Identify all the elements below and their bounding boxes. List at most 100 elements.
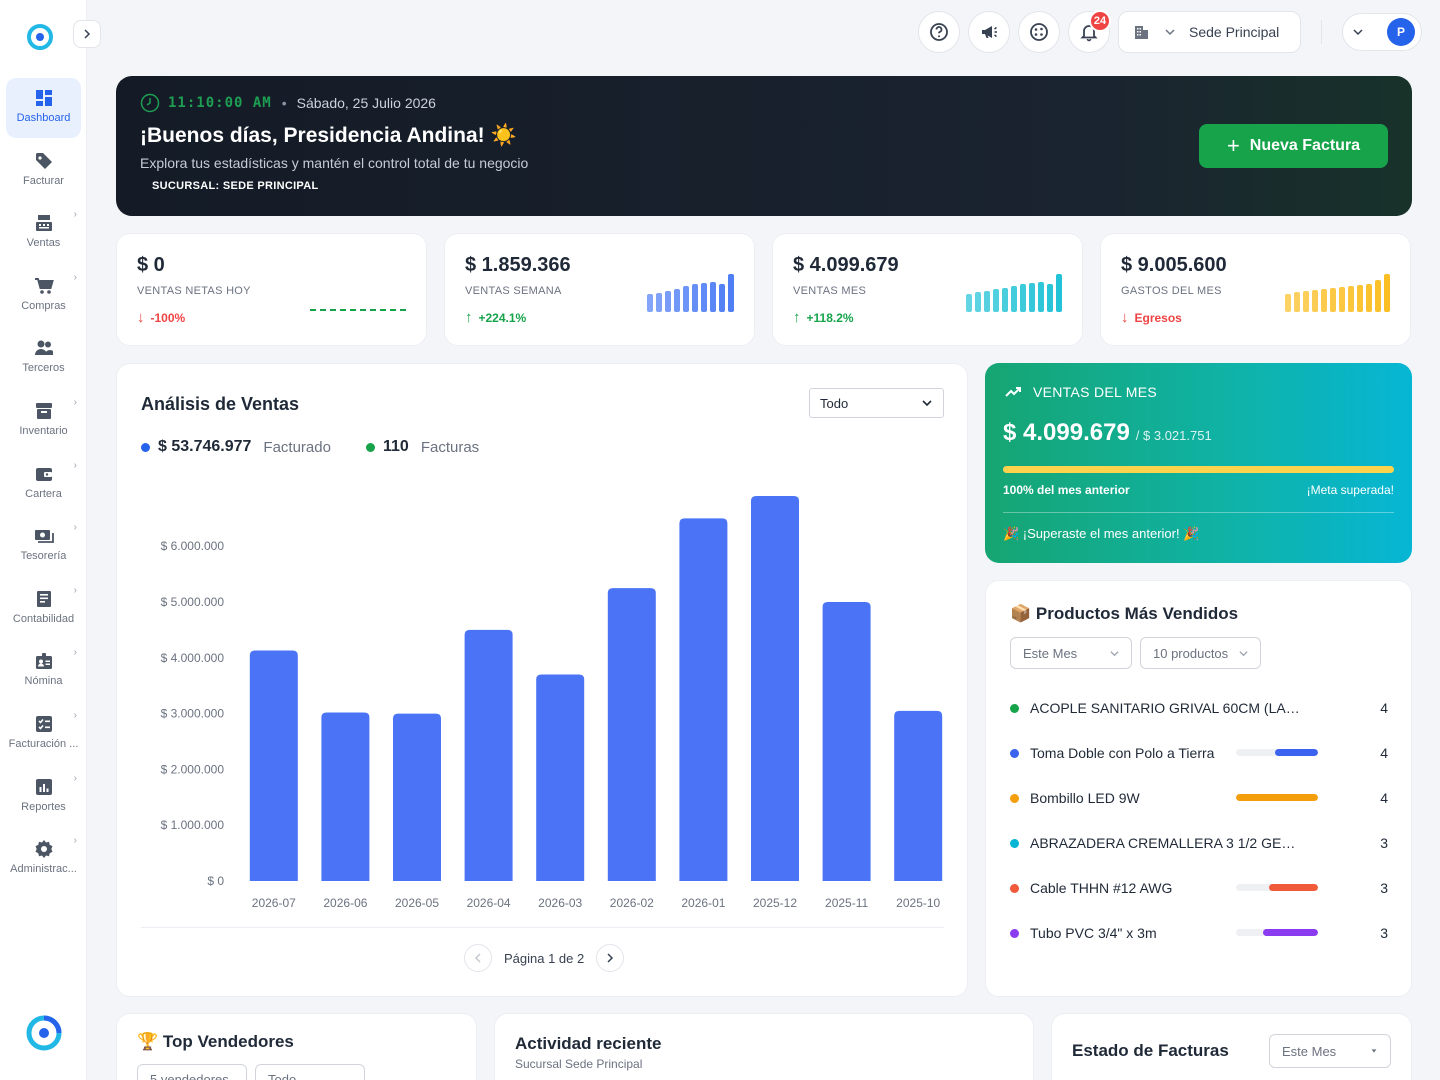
product-row[interactable]: ACOPLE SANITARIO GRIVAL 60CM (LARGO) 4 bbox=[1010, 698, 1388, 718]
product-row[interactable]: Bombillo LED 9W 4 bbox=[1010, 788, 1388, 808]
products-count-select[interactable]: 10 productos bbox=[1140, 637, 1261, 669]
sellers-count-value: 5 vendedores bbox=[150, 1071, 229, 1080]
plus-icon: + bbox=[1226, 133, 1240, 158]
chart-bar[interactable] bbox=[321, 712, 370, 881]
product-color-dot bbox=[1010, 883, 1019, 893]
y-tick-label: $ 0 bbox=[207, 874, 224, 888]
monthly-sales-value: $ 4.099.679 / $ 3.021.751 bbox=[1003, 419, 1212, 447]
stat-change: ↓ -100% bbox=[137, 309, 185, 326]
monthly-divider bbox=[1003, 512, 1394, 513]
prev-page-button[interactable] bbox=[464, 944, 492, 972]
chevron-right-icon: › bbox=[73, 459, 77, 471]
sidebar-item-tesorería[interactable]: Tesorería › bbox=[6, 516, 81, 576]
stat-label: VENTAS MES bbox=[793, 285, 867, 297]
y-tick-label: $ 2.000.000 bbox=[161, 762, 225, 776]
sidebar-item-reportes[interactable]: Reportes › bbox=[6, 767, 81, 827]
chevron-down-icon bbox=[1110, 650, 1119, 656]
chevron-down-icon bbox=[1165, 29, 1175, 36]
recent-activity-card: Actividad reciente Sucursal Sede Princip… bbox=[494, 1013, 1034, 1080]
sidebar-item-administrac[interactable]: Administrac... › bbox=[6, 829, 81, 889]
chart-bar[interactable] bbox=[751, 496, 799, 881]
chevron-right-icon bbox=[84, 29, 91, 39]
product-row[interactable]: Toma Doble con Polo a Tierra 4 bbox=[1010, 743, 1388, 763]
sparkline-bar bbox=[1348, 286, 1354, 312]
clock-icon bbox=[140, 93, 160, 113]
sparkline-bar bbox=[1357, 285, 1363, 312]
chart-bar[interactable] bbox=[894, 710, 943, 881]
sidebar-item-compras[interactable]: Compras › bbox=[6, 266, 81, 326]
topbar-divider bbox=[1321, 20, 1322, 44]
theme-button[interactable] bbox=[1018, 11, 1060, 53]
sparkline-bar bbox=[993, 289, 999, 312]
invoices-summary: 110 Facturas bbox=[366, 438, 479, 456]
product-row[interactable]: ABRAZADERA CREMALLERA 3 1/2 GENERICA 3 bbox=[1010, 833, 1388, 853]
sales-bar-chart: $ 0 $ 1.000.000 $ 2.000.000 $ 3.000.000 $ 4.… bbox=[161, 496, 943, 910]
product-row[interactable]: Cable THHN #12 AWG 3 bbox=[1010, 878, 1388, 898]
expenses-month-card: $ 9.005.600 GASTOS DEL MES ↓ Egresos bbox=[1100, 233, 1411, 346]
monthly-progress-fill bbox=[1003, 466, 1394, 473]
announcements-button[interactable] bbox=[968, 11, 1010, 53]
sidebar-item-contabilidad[interactable]: Contabilidad › bbox=[6, 579, 81, 639]
sidebar-item-label: Facturación ... bbox=[8, 738, 79, 750]
chart-bar[interactable] bbox=[464, 629, 513, 881]
product-quantity: 4 bbox=[1380, 700, 1388, 716]
checklist-icon bbox=[35, 716, 52, 732]
chevron-down-icon bbox=[1353, 29, 1363, 36]
chart-bar[interactable] bbox=[607, 588, 656, 881]
sidebar-item-terceros[interactable]: Terceros bbox=[6, 328, 81, 388]
sellers-count-select[interactable]: 5 vendedores bbox=[137, 1064, 247, 1080]
chart-pagination: Página 1 de 2 bbox=[464, 944, 625, 972]
user-menu[interactable]: P bbox=[1342, 13, 1422, 51]
x-tick-label: 2026-02 bbox=[610, 896, 654, 910]
chevron-right-icon: › bbox=[73, 209, 77, 221]
sparkline-bar bbox=[647, 294, 653, 312]
product-color-dot bbox=[1010, 748, 1019, 758]
sidebar-item-inventario[interactable]: Inventario › bbox=[6, 391, 81, 451]
branch-tag: SUCURSAL: SEDE PRINCIPAL bbox=[152, 180, 319, 192]
sales-today-card: $ 0 VENTAS NETAS HOY ↓ -100% bbox=[116, 233, 427, 346]
product-row[interactable]: Tubo PVC 3/4" x 3m 3 bbox=[1010, 923, 1388, 943]
sparkline-bar bbox=[1366, 284, 1372, 312]
chart-bar[interactable] bbox=[536, 674, 585, 881]
stat-change: ↓ Egresos bbox=[1121, 309, 1182, 326]
branch-selector[interactable]: Sede Principal bbox=[1118, 11, 1301, 53]
analysis-range-select[interactable]: Todo bbox=[809, 388, 944, 418]
product-bar-fill bbox=[1275, 749, 1318, 756]
sidebar-item-facturar[interactable]: Facturar bbox=[6, 141, 81, 201]
sidebar-collapse-button[interactable] bbox=[73, 20, 101, 48]
new-invoice-button[interactable]: + Nueva Factura bbox=[1199, 124, 1388, 168]
chart-bar[interactable] bbox=[822, 602, 871, 881]
help-button[interactable] bbox=[918, 11, 960, 53]
sidebar-item-dashboard[interactable]: Dashboard bbox=[6, 78, 81, 138]
product-name: ABRAZADERA CREMALLERA 3 1/2 GENERICA bbox=[1030, 835, 1304, 851]
app-logo[interactable] bbox=[26, 23, 54, 51]
products-period-select[interactable]: Este Mes bbox=[1010, 637, 1132, 669]
sellers-range-select[interactable]: Todo bbox=[255, 1064, 365, 1080]
sparkline-bar bbox=[1303, 291, 1309, 312]
sparkline-bar bbox=[975, 292, 981, 312]
sales-analysis-title: Análisis de Ventas bbox=[141, 394, 300, 414]
stat-label: GASTOS DEL MES bbox=[1121, 285, 1222, 297]
products-period-value: Este Mes bbox=[1023, 645, 1078, 661]
top-sellers-card: 🏆 Top Vendedores 5 vendedores Todo bbox=[116, 1013, 477, 1080]
chart-bar[interactable] bbox=[679, 518, 728, 881]
sparkline bbox=[1285, 270, 1390, 312]
chart-bar[interactable] bbox=[249, 650, 298, 881]
analysis-range-value: Todo bbox=[820, 395, 849, 411]
next-page-button[interactable] bbox=[596, 944, 625, 972]
monthly-progress-bar bbox=[1003, 466, 1394, 473]
chart-bar[interactable] bbox=[393, 713, 441, 881]
product-bar-track bbox=[1236, 794, 1318, 801]
sidebar-item-facturación[interactable]: Facturación ... › bbox=[6, 704, 81, 764]
stat-value: $ 4.099.679 bbox=[793, 254, 899, 276]
sidebar-item-ventas[interactable]: Ventas › bbox=[6, 203, 81, 263]
chevron-right-icon bbox=[607, 953, 614, 963]
invoice-status-period-select[interactable]: Este Mes bbox=[1269, 1034, 1391, 1068]
chevron-right-icon: › bbox=[73, 647, 77, 659]
invoice-status-card: Estado de Facturas Este Mes bbox=[1051, 1013, 1412, 1080]
stat-change-text: +118.2% bbox=[806, 310, 854, 325]
product-quantity: 4 bbox=[1380, 790, 1388, 806]
sidebar-item-nómina[interactable]: Nómina › bbox=[6, 641, 81, 701]
sidebar-item-cartera[interactable]: Cartera › bbox=[6, 454, 81, 514]
sparkline-bar bbox=[1339, 287, 1345, 312]
